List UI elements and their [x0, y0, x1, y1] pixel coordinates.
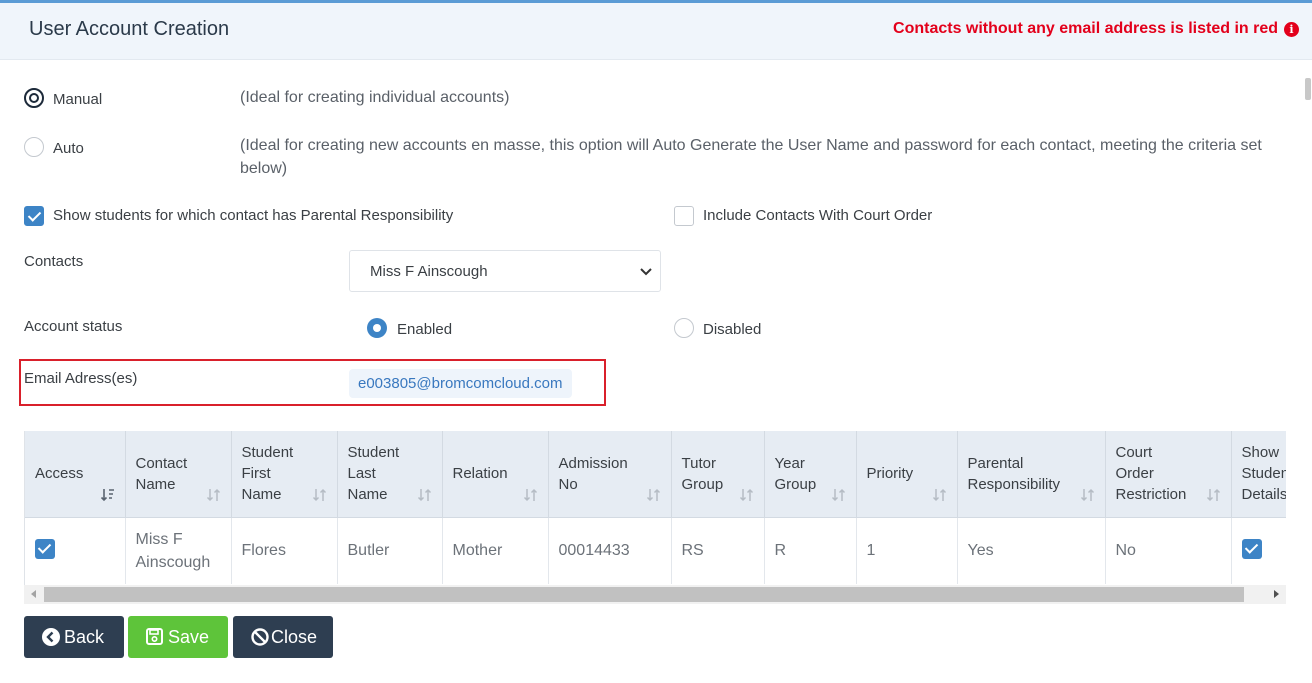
- access-cell[interactable]: [25, 517, 126, 584]
- column-header-access[interactable]: Access: [25, 431, 126, 518]
- ban-icon: [251, 628, 269, 646]
- sort-icon[interactable]: [739, 487, 755, 503]
- column-header-contact-name[interactable]: Contact Name: [125, 431, 232, 518]
- court-order-restriction-cell: No: [1105, 517, 1232, 584]
- access-checkbox[interactable]: [35, 539, 55, 560]
- year-group-cell: R: [764, 517, 857, 584]
- priority-cell: 1: [856, 517, 958, 584]
- close-button[interactable]: Close: [233, 616, 333, 658]
- account-status-label: Account status: [24, 318, 123, 335]
- column-header-admission-no[interactable]: Admission No: [548, 431, 672, 518]
- court-order-label: Include Contacts With Court Order: [703, 207, 933, 224]
- auto-radio[interactable]: [24, 137, 44, 157]
- column-header-tutor-group[interactable]: Tutor Group: [671, 431, 765, 518]
- manual-label: Manual: [53, 91, 103, 108]
- sort-icon[interactable]: [206, 487, 222, 503]
- contacts-table: Access Contact Name Student First Name Student…: [24, 431, 1286, 604]
- student-last-name-cell: Butler: [337, 517, 443, 584]
- auto-label: Auto: [53, 140, 84, 157]
- show-students-label: Show students for which contact has Pare…: [53, 207, 454, 224]
- column-header-year-group[interactable]: Year Group: [764, 431, 857, 518]
- manual-description: (Ideal for creating individual accounts): [240, 89, 510, 106]
- column-header-relation[interactable]: Relation: [442, 431, 549, 518]
- scroll-right-icon[interactable]: [1274, 590, 1279, 598]
- show-student-details-cell[interactable]: [1231, 517, 1286, 584]
- info-icon: i: [1284, 22, 1299, 37]
- sort-icon[interactable]: [100, 487, 116, 503]
- save-button[interactable]: Save: [128, 616, 228, 658]
- disabled-label: Disabled: [703, 321, 762, 338]
- contacts-select[interactable]: Miss F Ainscough: [349, 250, 661, 292]
- column-header-student-first-name[interactable]: Student First Name: [231, 431, 338, 518]
- contacts-label: Contacts: [24, 253, 84, 270]
- disabled-radio[interactable]: [674, 318, 694, 338]
- sort-icon[interactable]: [1206, 487, 1222, 503]
- sort-icon[interactable]: [932, 487, 948, 503]
- sort-icon[interactable]: [1080, 487, 1096, 503]
- parental-responsibility-cell: Yes: [957, 517, 1106, 584]
- chevron-down-icon: [640, 268, 652, 276]
- scrollbar-thumb[interactable]: [44, 587, 1244, 602]
- court-order-checkbox[interactable]: [674, 206, 694, 226]
- email-address-tag[interactable]: e003805@bromcomcloud.com: [349, 369, 572, 398]
- contact-name-cell: Miss F Ainscough: [125, 517, 232, 584]
- admission-no-cell: 00014433: [548, 517, 672, 584]
- show-students-checkbox[interactable]: [24, 206, 44, 226]
- sort-icon[interactable]: [646, 487, 662, 503]
- page-title: User Account Creation: [29, 18, 230, 40]
- scroll-left-icon[interactable]: [31, 590, 36, 598]
- show-student-details-checkbox[interactable]: [1241, 539, 1262, 560]
- email-label: Email Adress(es): [24, 370, 138, 387]
- column-header-priority[interactable]: Priority: [856, 431, 958, 518]
- sort-icon[interactable]: [417, 487, 433, 503]
- column-header-show-student-details[interactable]: ShowStudentDetails: [1231, 431, 1286, 518]
- missing-email-warning: Contacts without any email address is li…: [893, 20, 1278, 37]
- sort-icon[interactable]: [312, 487, 328, 503]
- enabled-label: Enabled: [397, 321, 453, 338]
- manual-radio[interactable]: [24, 88, 44, 108]
- column-header-student-last-name[interactable]: Student Last Name: [337, 431, 443, 518]
- column-header-court-order-restriction[interactable]: Court Order Restriction: [1105, 431, 1232, 518]
- back-button[interactable]: Back: [24, 616, 124, 658]
- chevron-left-circle-icon: [42, 628, 60, 646]
- column-header-parental-responsibility[interactable]: Parental Responsibility: [957, 431, 1106, 518]
- sort-icon[interactable]: [523, 487, 539, 503]
- relation-cell: Mother: [442, 517, 549, 584]
- student-first-name-cell: Flores: [231, 517, 338, 584]
- auto-description: (Ideal for creating new accounts en mass…: [240, 137, 1262, 177]
- sort-icon[interactable]: [831, 487, 847, 503]
- modal-header: User Account Creation Contacts without a…: [0, 3, 1312, 60]
- horizontal-scrollbar[interactable]: [24, 585, 1286, 604]
- floppy-disk-icon: [146, 628, 163, 645]
- tutor-group-cell: RS: [671, 517, 765, 584]
- table-header-row: Access Contact Name Student First Name Student…: [25, 431, 1286, 518]
- enabled-radio[interactable]: [367, 318, 387, 338]
- contacts-selected-value: Miss F Ainscough: [370, 263, 488, 280]
- vertical-scrollbar[interactable]: [1304, 60, 1312, 100]
- table-row: Miss F Ainscough Flores Butler Mother 000…: [25, 517, 1286, 584]
